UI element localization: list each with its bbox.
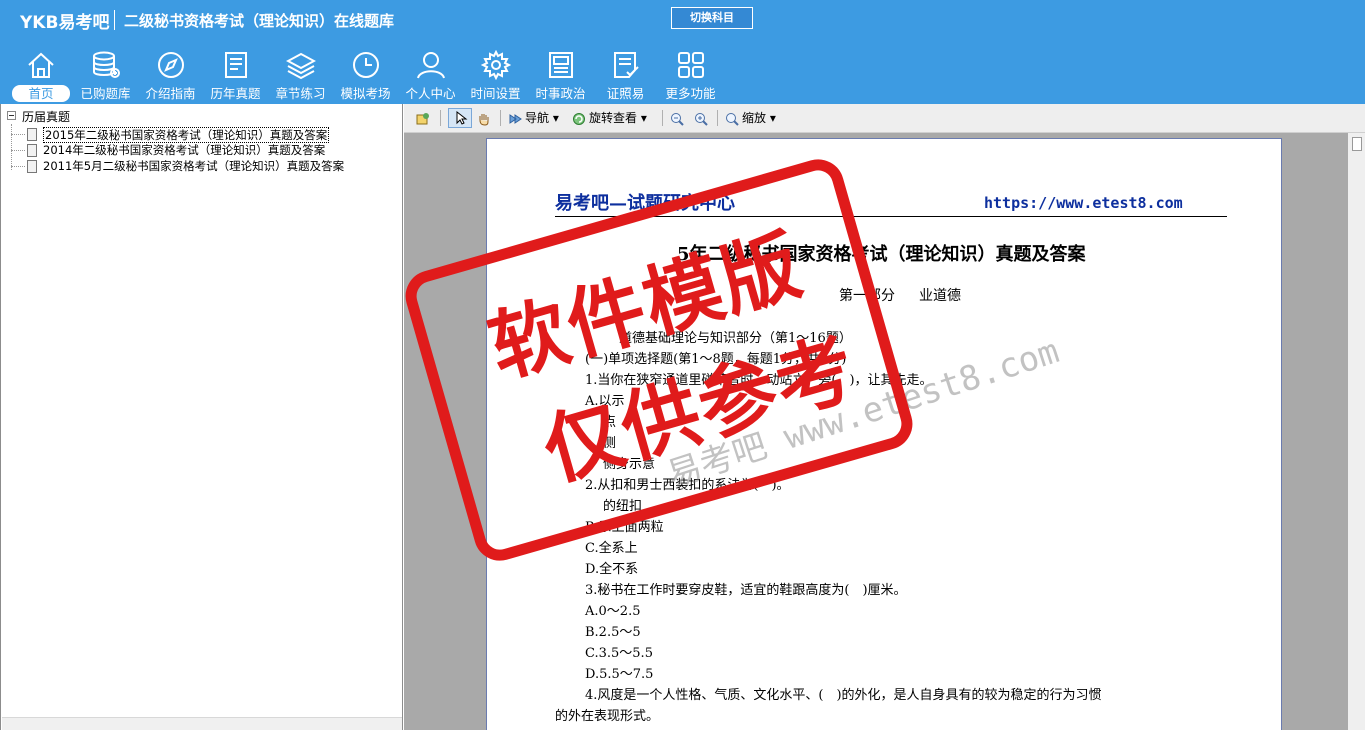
tree-connector: [11, 134, 25, 135]
tree-connector: [11, 166, 25, 167]
nav-label: 介绍指南: [145, 86, 196, 101]
checklist-icon: [614, 52, 639, 78]
viewer-toolbar: 导航 ▾ 旋转查看 ▾ 缩放 ▾: [404, 104, 1365, 133]
nav-home[interactable]: 首页: [8, 46, 73, 104]
magnifier-icon: [726, 112, 739, 126]
hand-icon: [479, 113, 489, 126]
rotate-view-dropdown[interactable]: 旋转查看 ▾: [572, 108, 647, 128]
nav-label: 模拟考场: [340, 86, 391, 101]
document-file-icon: [27, 128, 37, 141]
doc-line: C.3.5～5.5: [585, 646, 653, 661]
document-file-icon: [27, 144, 37, 157]
doc-header-url: https://www.etest8.com: [984, 194, 1183, 212]
scroll-thumb[interactable]: [1352, 137, 1362, 151]
toolbar-separator: [717, 110, 718, 126]
switch-subject-button[interactable]: 切换科目: [671, 7, 753, 29]
doc-line: D.5.5～7.5: [585, 667, 654, 682]
nav-label: 首页: [12, 85, 70, 102]
nav-label: 证照易: [606, 86, 645, 101]
nav-mock-exam[interactable]: 模拟考场: [333, 46, 398, 104]
vertical-scrollbar[interactable]: [1348, 133, 1365, 730]
nav-purchased-banks[interactable]: 已购题库: [73, 46, 138, 104]
navigation-dropdown[interactable]: 导航 ▾: [508, 108, 559, 128]
nav-label: 时间设置: [470, 86, 521, 101]
app-logo: YKB易考吧: [20, 13, 110, 33]
top-banner: YKB易考吧 二级秘书资格考试（理论知识）在线题库 切换科目 首页 已购题库 介…: [0, 0, 1365, 104]
grid-icon: [678, 52, 704, 78]
doc-line: C.全系上: [585, 541, 638, 556]
tree-item-label: 2014年二级秘书国家资格考试（理论知识）真题及答案: [43, 143, 326, 157]
tree-connector: [11, 150, 25, 151]
document-list-icon: [225, 52, 247, 78]
doc-line: 4.风度是一个人性格、气质、文化水平、( )的外化，是人自身具有的较为稳定的行为…: [585, 688, 1102, 703]
nav-label: 更多功能: [665, 86, 716, 101]
clock-icon: [353, 52, 379, 78]
zoom-label: 缩放: [742, 111, 767, 125]
doc-line: A.0～2.5: [585, 604, 641, 619]
app-window: YKB易考吧 二级秘书资格考试（理论知识）在线题库 切换科目 首页 已购题库 介…: [0, 0, 1365, 730]
doc-part-suffix: 业道德: [919, 288, 961, 304]
doc-line: B.2.5～5: [585, 625, 641, 640]
tree-root-label: 历届真题: [22, 110, 71, 124]
nav-intro-guide[interactable]: 介绍指南: [138, 46, 203, 104]
cursor-arrow-icon: [456, 111, 468, 125]
doc-line: 的外在表现形式。: [555, 709, 660, 724]
dropdown-arrow-icon: ▾: [637, 111, 647, 125]
rotate-icon: [573, 112, 585, 125]
doc-line: 3.秘书在工作时要穿皮鞋，适宜的鞋跟高度为( )厘米。: [585, 583, 907, 598]
hand-tool-button[interactable]: [477, 108, 494, 128]
picture-icon: [416, 112, 429, 124]
toolbar-separator: [440, 110, 441, 126]
nav-label: 已购题库: [80, 86, 131, 101]
collapse-icon[interactable]: [7, 111, 16, 120]
dropdown-arrow-icon: ▾: [766, 111, 776, 125]
zoom-out-button[interactable]: [670, 108, 687, 128]
database-icon: [93, 51, 120, 78]
nav-personal-center[interactable]: 个人中心: [398, 46, 463, 104]
title-row: YKB易考吧 二级秘书资格考试（理论知识）在线题库 切换科目: [0, 0, 1365, 38]
toolbar-separator: [500, 110, 501, 126]
dropdown-arrow-icon: ▾: [549, 111, 559, 125]
tree-root[interactable]: 历届真题: [7, 110, 70, 124]
compass-icon: [158, 52, 184, 78]
nav-more-features[interactable]: 更多功能: [658, 46, 723, 104]
home-icon: [28, 52, 54, 78]
newspaper-icon: [549, 52, 573, 78]
app-title: 二级秘书资格考试（理论知识）在线题库: [124, 12, 395, 30]
zoom-in-icon: [695, 112, 708, 126]
title-separator: [114, 10, 115, 30]
tree-item-label: 2015年二级秘书国家资格考试（理论知识）真题及答案: [43, 127, 330, 143]
toolbar-separator: [662, 110, 663, 126]
thumbnail-button[interactable]: [416, 108, 433, 128]
zoom-in-button[interactable]: [694, 108, 711, 128]
horizontal-scrollbar[interactable]: [2, 717, 402, 730]
doc-line: D.全不系: [585, 562, 639, 577]
layers-icon: [286, 52, 316, 80]
document-file-icon: [27, 160, 37, 173]
zoom-out-icon: [671, 112, 684, 126]
zoom-dropdown[interactable]: 缩放 ▾: [725, 108, 776, 128]
exam-tree-panel: 历届真题 2015年二级秘书国家资格考试（理论知识）真题及答案 2014年二级秘…: [0, 104, 403, 730]
select-tool-button[interactable]: [448, 108, 472, 128]
nav-past-papers[interactable]: 历年真题: [203, 46, 268, 104]
nav-label: 个人中心: [405, 86, 456, 101]
next-page-icon: [509, 113, 522, 124]
nav-label: 章节练习: [275, 86, 326, 101]
tree-connector: [11, 124, 12, 170]
user-icon: [417, 52, 445, 79]
nav-chapter-practice[interactable]: 章节练习: [268, 46, 333, 104]
nav-label: 时事政治: [535, 86, 586, 101]
nav-license[interactable]: 证照易: [593, 46, 658, 104]
nav-time-settings[interactable]: 时间设置: [463, 46, 528, 104]
nav-label: 历年真题: [210, 86, 261, 101]
navigation-label: 导航: [525, 111, 550, 125]
rotate-view-label: 旋转查看: [589, 111, 638, 125]
gear-icon: [481, 50, 511, 80]
main-nav: 首页 已购题库 介绍指南 历年真题 章节练习 模拟考场 个人中心 时间设置 时事…: [8, 46, 723, 104]
nav-current-affairs[interactable]: 时事政治: [528, 46, 593, 104]
tree-item-label: 2011年5月二级秘书国家资格考试（理论知识）真题及答案: [43, 159, 345, 173]
